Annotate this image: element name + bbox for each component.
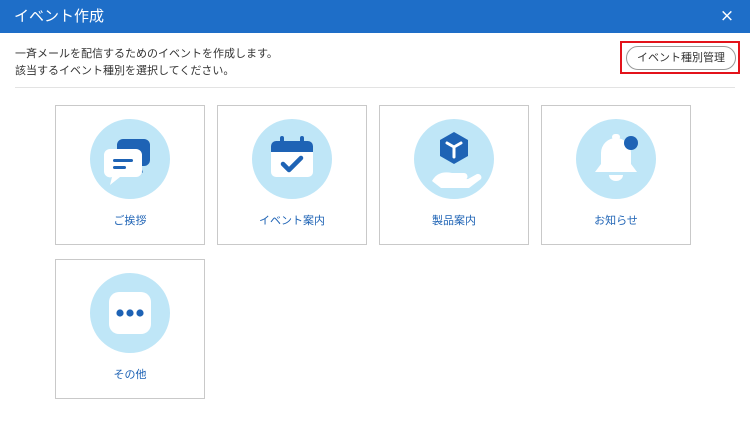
event-type-card-other[interactable]: その他 [55,259,205,399]
description-line-2: 該当するイベント種別を選択してください。 [15,64,235,77]
divider [15,87,735,88]
speech-bubbles-icon [90,119,170,199]
event-type-card-notice[interactable]: お知らせ [541,105,691,245]
event-type-card-event-info[interactable]: イベント案内 [217,105,367,245]
event-type-label: イベント案内 [259,214,325,227]
description-line-1: 一斉メールを配信するためのイベントを作成します。 [15,47,278,60]
event-type-manage-button[interactable]: イベント種別管理 [626,46,736,70]
product-box-hand-icon [414,119,494,199]
dialog-title: イベント作成 [14,7,105,25]
event-type-label: ご挨拶 [113,214,147,227]
event-type-card-greeting[interactable]: ご挨拶 [55,105,205,245]
event-type-label: 製品案内 [432,214,476,227]
event-type-card-product-info[interactable]: 製品案内 [379,105,529,245]
event-type-label: お知らせ [594,214,638,227]
calendar-check-icon [252,119,332,199]
close-icon[interactable]: × [716,5,738,27]
event-create-dialog: イベント作成 × 一斉メールを配信するためのイベントを作成します。 該当するイベ… [0,0,750,431]
dialog-header: イベント作成 × [0,0,750,33]
more-dots-icon [90,273,170,353]
dialog-description: 一斉メールを配信するためのイベントを作成します。 該当するイベント種別を選択して… [15,45,278,79]
event-type-label: その他 [113,368,147,381]
bell-icon [576,119,656,199]
